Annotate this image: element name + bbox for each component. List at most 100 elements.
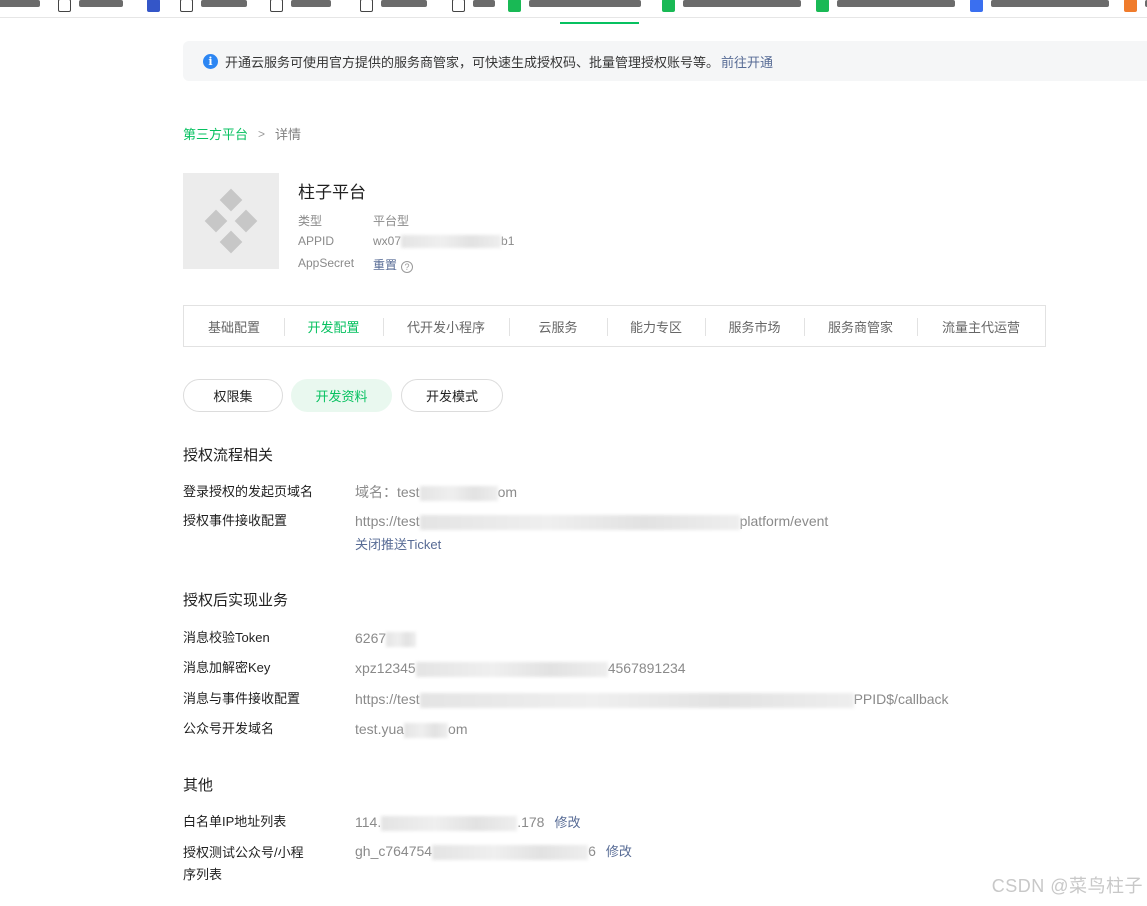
appid-label: APPID [298, 234, 335, 248]
tab-capability[interactable]: 能力专区 [607, 306, 705, 346]
login-domain-value: 域名：test om [355, 483, 517, 501]
test-accounts-row: 授权测试公众号/小程 序列表 gh_c764754 6 修改 [183, 842, 632, 886]
callback-prefix: https://test [355, 691, 420, 707]
tab-service-market[interactable]: 服务市场 [705, 306, 804, 346]
edit-test-accounts-link[interactable]: 修改 [606, 844, 632, 859]
bookmark-item[interactable] [270, 0, 331, 16]
test-accounts-label-line2: 序列表 [183, 867, 223, 882]
tab-label: 流量主代运营 [941, 319, 1020, 335]
redacted-block [432, 844, 589, 860]
callback-label: 消息与事件接收配置 [183, 691, 301, 706]
tab-cloud-service[interactable]: 云服务 [509, 306, 607, 346]
bookmark-item[interactable] [0, 0, 40, 16]
token-value: 6267 [355, 629, 417, 647]
config-tabs: 基础配置 开发配置 代开发小程序 云服务 能力专区 服务市场 服务商管家 流量主… [183, 305, 1046, 347]
redacted-block [419, 514, 740, 530]
notice-text: 开通云服务可使用官方提供的服务商管家，可快速生成授权码、批量管理授权账号等。 [225, 54, 720, 70]
tab-provider-butler[interactable]: 服务商管家 [804, 306, 917, 346]
redacted-block [415, 661, 608, 677]
test-accounts-label: 授权测试公众号/小程 序列表 [183, 842, 355, 886]
tab-label: 基础配置 [207, 319, 260, 335]
auth-event-row: 授权事件接收配置 https://test platform/event [183, 512, 828, 530]
bookmark-item[interactable] [180, 0, 247, 16]
reset-secret-link[interactable]: 重置 [373, 258, 397, 272]
app-name: 柱子平台 [298, 183, 366, 202]
bookmark-item[interactable] [508, 0, 641, 16]
appid-value: wx07 b1 [373, 234, 515, 249]
help-icon[interactable]: ? [401, 261, 414, 273]
info-icon: i [203, 53, 218, 69]
appsecret-value: 重置? [373, 256, 414, 273]
tab-basic-config[interactable]: 基础配置 [184, 306, 284, 346]
ip-prefix: 114. [355, 814, 382, 830]
auth-event-suffix: platform/event [739, 513, 829, 529]
platform-logo-icon [204, 188, 258, 254]
redacted-block [401, 235, 502, 249]
dev-domain-prefix: test.yua [355, 721, 405, 737]
breadcrumb-third-party[interactable]: 第三方平台 [183, 124, 248, 143]
login-domain-suffix: om [497, 484, 518, 500]
tab-label: 代开发小程序 [406, 319, 485, 335]
dev-domain-row: 公众号开发域名 test.yua om [183, 720, 467, 738]
bookmark-item[interactable] [1124, 0, 1147, 16]
bookmark-item[interactable] [360, 0, 427, 16]
redacted-block [404, 722, 449, 738]
test-accounts-value: gh_c764754 6 修改 [355, 842, 632, 886]
test-accounts-prefix: gh_c764754 [355, 843, 433, 859]
tab-miniprogram-dev[interactable]: 代开发小程序 [383, 306, 509, 346]
token-row: 消息校验Token 6267 [183, 629, 417, 647]
auth-event-prefix: https://test [355, 513, 420, 529]
edit-ip-link[interactable]: 修改 [554, 815, 580, 830]
redacted-block [419, 485, 498, 501]
bookmark-item[interactable] [662, 0, 801, 16]
ip-whitelist-row: 白名单IP地址列表 114. .178 修改 [183, 813, 580, 832]
pill-permissions[interactable]: 权限集 [183, 379, 283, 412]
cloud-service-notice: i 开通云服务可使用官方提供的服务商管家，可快速生成授权码、批量管理授权账号等。… [183, 41, 1147, 81]
dev-domain-suffix: om [448, 721, 468, 737]
login-domain-row: 登录授权的发起页域名 域名：test om [183, 483, 517, 501]
close-ticket-link[interactable]: 关闭推送Ticket [355, 537, 441, 552]
test-accounts-label-line1: 授权测试公众号/小程 [183, 845, 304, 860]
tab-label: 能力专区 [629, 319, 682, 335]
login-domain-label: 登录授权的发起页域名 [183, 484, 314, 499]
pill-dev-info[interactable]: 开发资料 [291, 379, 392, 412]
app-logo [183, 173, 279, 269]
tab-label: 开发配置 [307, 319, 360, 335]
aes-key-row: 消息加解密Key xpz12345 4567891234 [183, 659, 686, 677]
appid-suffix: b1 [501, 234, 515, 248]
bookmark-item[interactable] [452, 0, 495, 16]
pill-dev-mode[interactable]: 开发模式 [401, 379, 503, 412]
bookmark-item[interactable] [816, 0, 955, 16]
aes-key-label: 消息加解密Key [183, 660, 271, 675]
bookmarks-bar [0, 0, 1147, 18]
tab-dev-config[interactable]: 开发配置 [284, 306, 383, 346]
breadcrumb: 第三方平台 > 详情 [183, 124, 301, 143]
close-ticket-cell: 关闭推送Ticket [355, 535, 441, 554]
aes-key-value: xpz12345 4567891234 [355, 659, 686, 677]
tab-label: 服务市场 [728, 319, 781, 335]
callback-suffix: PPID$/callback [853, 691, 949, 707]
pill-label: 开发资料 [315, 389, 368, 404]
empty-label [183, 535, 355, 554]
app-type-label: 类型 [298, 214, 323, 228]
ip-whitelist-label: 白名单IP地址列表 [183, 814, 287, 829]
bookmark-item[interactable] [147, 0, 160, 16]
aes-key-prefix: xpz12345 [355, 660, 416, 676]
token-prefix: 6267 [355, 630, 387, 646]
auth-event-label: 授权事件接收配置 [183, 513, 288, 528]
aes-key-suffix: 4567891234 [607, 660, 686, 676]
ip-whitelist-value: 114. .178 修改 [355, 813, 580, 832]
bookmark-item[interactable] [58, 0, 123, 16]
enable-cloud-link[interactable]: 前往开通 [721, 52, 773, 71]
tab-traffic-operation[interactable]: 流量主代运营 [917, 306, 1045, 346]
app-type-value: 平台型 [373, 214, 410, 228]
close-ticket-row: 关闭推送Ticket [183, 535, 441, 554]
tab-label: 云服务 [538, 319, 578, 335]
bookmark-item[interactable] [970, 0, 1109, 16]
pill-label: 开发模式 [425, 389, 478, 404]
login-domain-prefix: 域名：test [355, 484, 420, 500]
section-title-auth-flow: 授权流程相关 [183, 447, 274, 464]
tab-label: 服务商管家 [827, 319, 893, 335]
chevron-right-icon: > [258, 126, 266, 141]
token-label: 消息校验Token [183, 630, 270, 645]
